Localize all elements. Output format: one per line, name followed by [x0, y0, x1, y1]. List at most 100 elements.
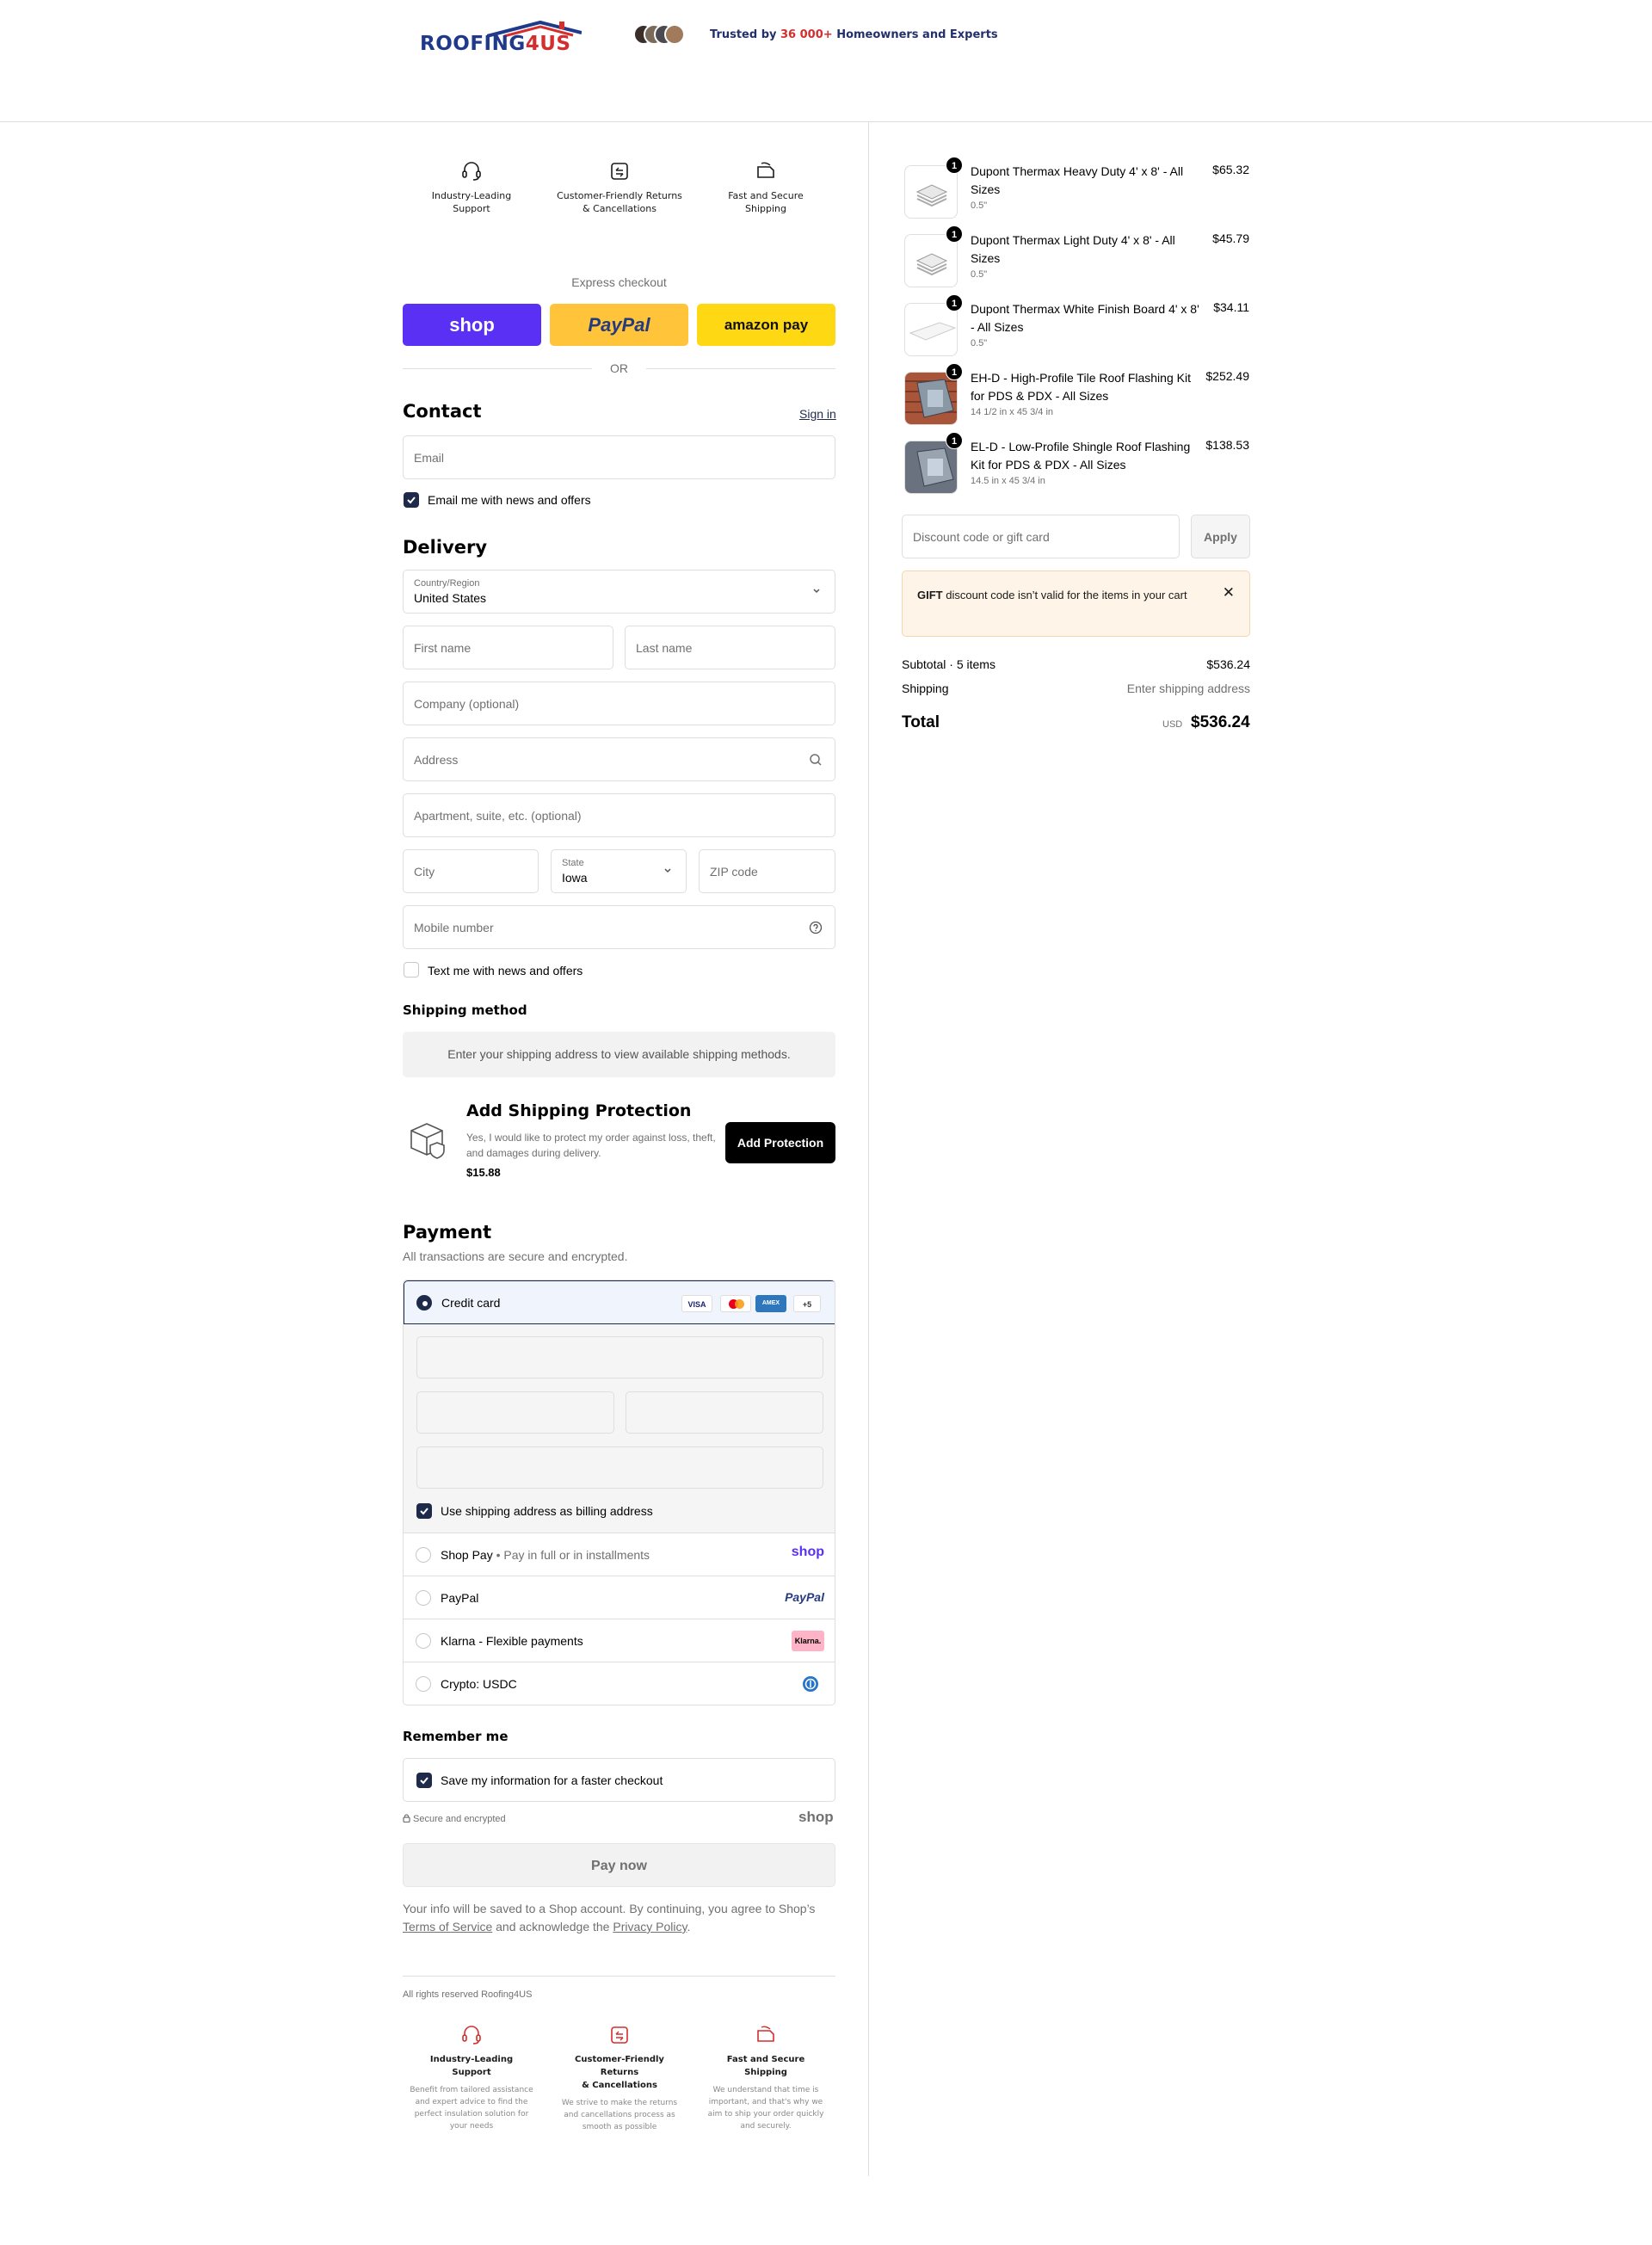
product-price: $45.79 — [1212, 231, 1249, 245]
logo[interactable]: ROOFING4US — [420, 19, 592, 59]
visa-icon: VISA — [681, 1295, 712, 1312]
footer-feature-shipping: Fast and Secure Shipping We understand t… — [701, 2024, 830, 2132]
zip-placeholder: ZIP code — [710, 865, 758, 879]
shop-pay-option[interactable]: Shop Pay • Pay in full or in installment… — [404, 1533, 835, 1576]
klarna-label: Klarna - Flexible payments — [441, 1634, 583, 1648]
subtotal-value: $536.24 — [1206, 657, 1250, 671]
returns-icon — [611, 2026, 628, 2044]
apartment-field[interactable]: Apartment, suite, etc. (optional) — [403, 793, 835, 837]
add-protection-button[interactable]: Add Protection — [725, 1122, 835, 1163]
subtotal-row: Subtotal · 5 items $536.24 — [902, 657, 1250, 671]
quantity-badge: 1 — [946, 157, 963, 174]
quantity-badge: 1 — [946, 363, 963, 380]
shipping-label: Shipping — [902, 682, 949, 695]
more-cards-badge: +5 — [793, 1295, 821, 1312]
company-placeholder: Company (optional) — [414, 697, 520, 711]
footer-feature-desc: We understand that time is important, an… — [707, 2086, 824, 2131]
product-variant: 14.5 in x 45 3/4 in — [971, 476, 1045, 486]
paypal-label: PayPal — [441, 1591, 479, 1605]
total-label: Total — [902, 713, 940, 731]
product-variant: 0.5" — [971, 200, 988, 211]
klarna-logo: Klarna. — [792, 1631, 824, 1651]
card-number-field[interactable] — [416, 1336, 823, 1378]
credit-card-radio[interactable] — [416, 1295, 432, 1311]
security-code-field[interactable] — [626, 1391, 823, 1434]
remember-checkbox[interactable] — [416, 1773, 432, 1788]
paypal-option[interactable]: PayPal PayPal — [404, 1576, 835, 1619]
email-field[interactable]: Email — [403, 435, 835, 479]
footer-feature-title: Industry-Leading — [429, 2055, 514, 2064]
first-name-placeholder: First name — [414, 641, 472, 655]
shop-pay-radio[interactable] — [416, 1547, 431, 1563]
sign-in-link[interactable]: Sign in — [799, 407, 836, 421]
feature-title-2: Support — [453, 203, 490, 214]
protection-description: Yes, I would like to protect my order ag… — [466, 1132, 716, 1159]
apartment-placeholder: Apartment, suite, etc. (optional) — [414, 809, 582, 823]
klarna-radio[interactable] — [416, 1633, 431, 1649]
payment-methods: Credit card VISA AMEX +5 Use shipping ad… — [403, 1280, 835, 1705]
shop-logo: shop — [798, 1809, 834, 1825]
lock-icon — [403, 1814, 410, 1823]
quantity-badge: 1 — [946, 225, 963, 243]
chevron-down-icon — [664, 868, 671, 873]
footer-feature-desc: We strive to make the returns and cancel… — [561, 2099, 678, 2131]
quantity-badge: 1 — [946, 294, 963, 311]
product-thumbnail — [904, 303, 958, 356]
state-label: State — [562, 858, 584, 868]
shop-pay-button[interactable]: shop — [403, 304, 541, 346]
email-news-checkbox[interactable] — [404, 492, 419, 508]
name-on-card-field[interactable] — [416, 1446, 823, 1489]
expiry-field[interactable] — [416, 1391, 614, 1434]
or-text: OR — [610, 361, 628, 375]
remember-me-option[interactable]: Save my information for a faster checkou… — [403, 1758, 835, 1802]
payment-description: All transactions are secure and encrypte… — [403, 1249, 628, 1263]
returns-icon — [611, 163, 628, 180]
crypto-option[interactable]: Crypto: USDC — [404, 1662, 835, 1705]
email-placeholder: Email — [414, 451, 445, 465]
remember-title: Remember me — [403, 1729, 509, 1744]
footer-feature-returns: Customer-Friendly Returns & Cancellation… — [555, 2024, 684, 2133]
amazon-pay-button[interactable]: amazon pay — [697, 304, 835, 346]
subtotal-label: Subtotal · 5 items — [902, 657, 996, 671]
close-icon[interactable]: ✕ — [1223, 584, 1235, 601]
credit-card-form: Use shipping address as billing address — [404, 1324, 835, 1533]
country-select[interactable]: Country/Region United States — [403, 570, 835, 614]
paypal-radio[interactable] — [416, 1590, 431, 1606]
product-thumbnail — [904, 165, 958, 219]
company-field[interactable]: Company (optional) — [403, 682, 835, 725]
last-name-field[interactable]: Last name — [625, 626, 835, 669]
text-news-checkbox[interactable] — [404, 962, 419, 978]
cart-item: 1 EL-D - Low-Profile Shingle Roof Flashi… — [902, 432, 1251, 503]
feature-title-2: & Cancellations — [583, 203, 656, 214]
product-price: $34.11 — [1213, 300, 1249, 314]
help-icon[interactable] — [809, 921, 823, 934]
privacy-link[interactable]: Privacy Policy — [613, 1920, 687, 1934]
klarna-option[interactable]: Klarna - Flexible payments Klarna. — [404, 1619, 835, 1662]
billing-same-checkbox[interactable] — [416, 1503, 432, 1519]
city-field[interactable]: City — [403, 849, 539, 893]
state-value: Iowa — [562, 871, 588, 885]
address-field[interactable]: Address — [403, 737, 835, 781]
mobile-placeholder: Mobile number — [414, 921, 494, 934]
mobile-field[interactable]: Mobile number — [403, 905, 835, 949]
or-divider: OR — [403, 360, 835, 377]
crypto-radio[interactable] — [416, 1676, 431, 1692]
credit-card-label: Credit card — [441, 1296, 501, 1310]
terms-link[interactable]: Terms of Service — [403, 1920, 492, 1934]
secure-row: Secure and encrypted — [403, 1814, 506, 1824]
discount-field[interactable]: Discount code or gift card — [902, 515, 1180, 558]
zip-field[interactable]: ZIP code — [699, 849, 835, 893]
remember-label: Save my information for a faster checkou… — [441, 1773, 663, 1787]
pay-now-button[interactable]: Pay now — [403, 1843, 835, 1887]
product-price: $252.49 — [1205, 369, 1249, 383]
state-select[interactable]: State Iowa — [551, 849, 687, 893]
usdc-icon — [803, 1676, 818, 1692]
quantity-badge: 1 — [946, 432, 963, 449]
avatar — [664, 24, 685, 45]
paypal-button[interactable]: PayPal — [550, 304, 688, 346]
feature-support: Industry-Leading Support — [403, 160, 540, 215]
protection-title: Add Shipping Protection — [466, 1101, 692, 1120]
apply-button[interactable]: Apply — [1191, 515, 1250, 558]
credit-card-option[interactable]: Credit card VISA AMEX +5 — [404, 1280, 835, 1324]
first-name-field[interactable]: First name — [403, 626, 613, 669]
